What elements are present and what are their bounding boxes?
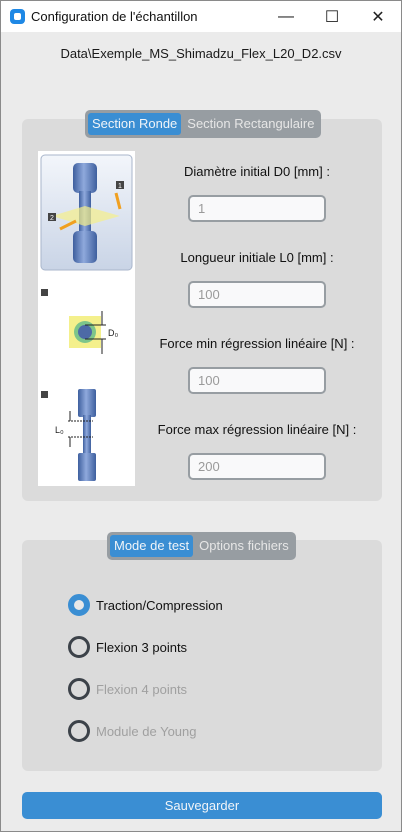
d0-label: D₀: [108, 328, 118, 338]
l0-label: L₀: [55, 425, 64, 435]
window-title: Configuration de l'échantillon: [31, 9, 198, 24]
tab-mode-de-test[interactable]: Mode de test: [110, 535, 194, 557]
marker-1: 1: [118, 183, 122, 190]
specimen-illustration: 1 2 D₀ L₀: [38, 151, 135, 486]
radio-module-de-young[interactable]: Module de Young: [68, 720, 196, 742]
close-button[interactable]: ✕: [355, 1, 401, 32]
radio-icon: [68, 678, 90, 700]
force-min-input[interactable]: [188, 367, 326, 394]
radio-icon: [68, 636, 90, 658]
radio-selected-icon: [68, 594, 90, 616]
label-diametre: Diamètre initial D0 [mm] :: [184, 164, 330, 179]
radio-traction-compression[interactable]: Traction/Compression: [68, 594, 223, 616]
title-bar: Configuration de l'échantillon — ☐ ✕: [1, 1, 401, 32]
radio-label: Flexion 3 points: [96, 639, 188, 655]
diametre-input[interactable]: [188, 195, 326, 222]
label-force-max: Force max régression linéaire [N] :: [157, 422, 357, 437]
tab-section-rectangulaire[interactable]: Section Rectangulaire: [183, 113, 318, 135]
section-tabs: Section Ronde Section Rectangulaire: [85, 110, 322, 138]
radio-flexion-3-points[interactable]: Flexion 3 points: [68, 636, 187, 658]
label-longueur: Longueur initiale L0 [mm] :: [180, 250, 334, 265]
radio-label: Traction/Compression: [96, 597, 223, 613]
radio-label: Flexion 4 points: [96, 681, 188, 697]
tab-options-fichiers[interactable]: Options fichiers: [195, 535, 293, 557]
save-button[interactable]: Sauvegarder: [22, 792, 382, 819]
radio-label: Module de Young: [96, 723, 197, 739]
file-name: Data\Exemple_MS_Shimadzu_Flex_L20_D2.csv: [60, 46, 342, 61]
marker-2: 2: [50, 215, 54, 222]
radio-flexion-4-points[interactable]: Flexion 4 points: [68, 678, 187, 700]
force-max-input[interactable]: [188, 453, 326, 480]
maximize-button[interactable]: ☐: [309, 1, 355, 32]
app-icon: [10, 9, 25, 24]
label-force-min: Force min régression linéaire [N] :: [159, 336, 355, 351]
tab-section-ronde[interactable]: Section Ronde: [88, 113, 182, 135]
minimize-button[interactable]: —: [263, 1, 309, 32]
radio-icon: [68, 720, 90, 742]
mode-tabs: Mode de test Options fichiers: [107, 532, 296, 560]
longueur-input[interactable]: [188, 281, 326, 308]
